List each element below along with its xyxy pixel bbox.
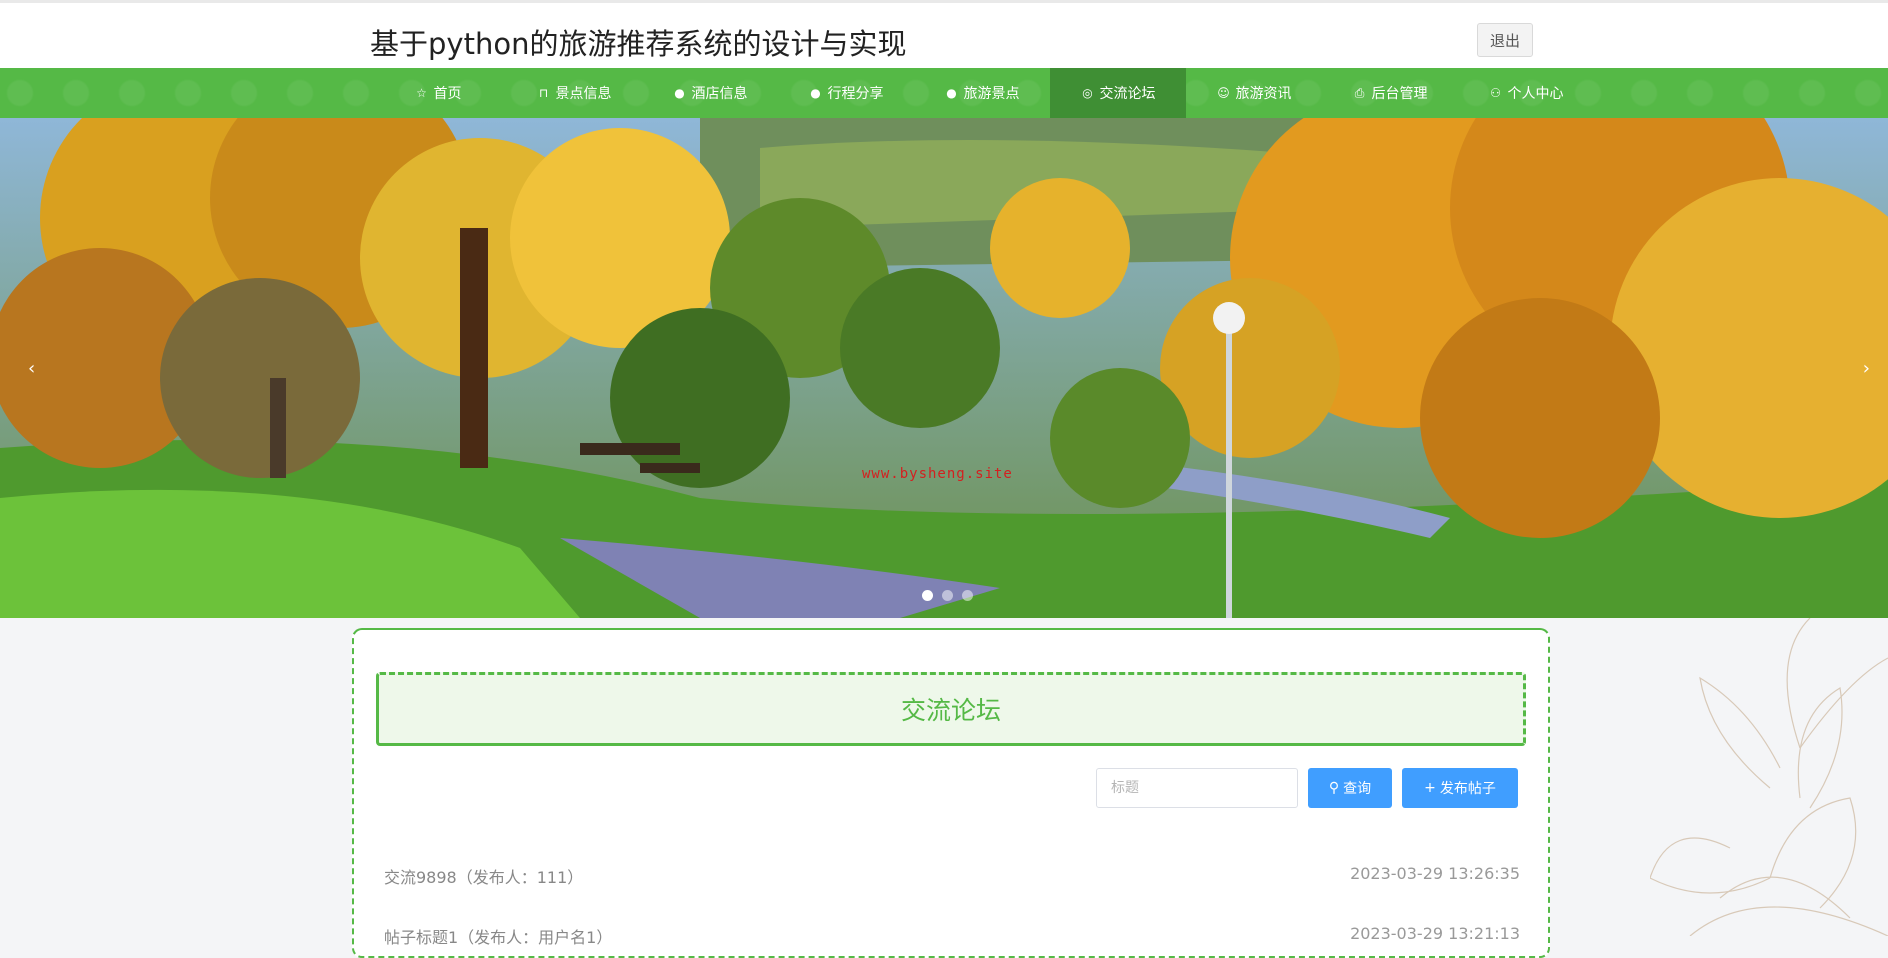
nav-item-label: 首页 bbox=[433, 86, 462, 102]
nav-item-news[interactable]: ☺ 旅游资讯 bbox=[1186, 68, 1322, 118]
search-icon: ⚲ bbox=[1328, 780, 1340, 796]
carousel-prev-button[interactable]: ‹ bbox=[28, 358, 35, 379]
carousel-indicators bbox=[922, 590, 973, 601]
bag-icon: ⊓ bbox=[538, 86, 549, 100]
nav-item-label: 后台管理 bbox=[1371, 86, 1428, 102]
main-navbar: ☆ 首页 ⊓ 景点信息 ● 酒店信息 ● 行程分享 ● 旅游景点 ◎ 交流论坛 ☺ 旅游资讯 … bbox=[0, 68, 1888, 118]
post-button[interactable]: + 发布帖子 bbox=[1402, 768, 1518, 808]
help-ring-icon: ◎ bbox=[1082, 86, 1093, 100]
carousel-banner[interactable]: ‹ › www.bysheng.site bbox=[0, 118, 1888, 618]
lotus-decoration-icon bbox=[1650, 618, 1888, 936]
nav-item-label: 旅游资讯 bbox=[1235, 86, 1292, 102]
nav-item-label: 酒店信息 bbox=[691, 86, 748, 102]
forum-header: 交流论坛 bbox=[376, 672, 1526, 746]
query-button[interactable]: ⚲ 查询 bbox=[1308, 768, 1392, 808]
nav-item-profile[interactable]: ⚇ 个人中心 bbox=[1458, 68, 1594, 118]
nav-item-home[interactable]: ☆ 首页 bbox=[370, 68, 506, 118]
post-time: 2023-03-29 13:26:35 bbox=[1350, 864, 1520, 883]
info-icon: ● bbox=[946, 86, 957, 100]
nav-item-forum[interactable]: ◎ 交流论坛 bbox=[1050, 68, 1186, 118]
forum-panel: 交流论坛 ⚲查询 +发布帖子 交流9898（发布人：111） 2023-03-2… bbox=[352, 628, 1550, 958]
nav-item-itinerary[interactable]: ● 行程分享 bbox=[778, 68, 914, 118]
top-header: 基于python的旅游推荐系统的设计与实现 退出 bbox=[0, 0, 1888, 68]
clipboard-icon: ⎙ bbox=[1354, 85, 1365, 100]
nav-item-label: 交流论坛 bbox=[1099, 86, 1156, 102]
nav-item-label: 旅游景点 bbox=[963, 86, 1020, 102]
post-time: 2023-03-29 13:21:13 bbox=[1350, 924, 1520, 943]
carousel-next-button[interactable]: › bbox=[1863, 358, 1870, 379]
nav-item-attractions[interactable]: ⊓ 景点信息 bbox=[506, 68, 642, 118]
nav-item-admin[interactable]: ⎙ 后台管理 bbox=[1322, 68, 1458, 118]
info-icon: ● bbox=[674, 86, 685, 100]
list-item[interactable]: 帖子标题1（发布人：用户名1） 2023-03-29 13:21:13 bbox=[384, 924, 1520, 948]
question-icon: ● bbox=[810, 86, 821, 100]
nav-item-label: 行程分享 bbox=[827, 86, 884, 102]
post-label: 发布帖子 bbox=[1439, 781, 1496, 797]
carousel-dot[interactable] bbox=[922, 590, 933, 601]
post-title: 交流9898（发布人：111） bbox=[384, 868, 584, 887]
nav-item-label: 景点信息 bbox=[555, 86, 612, 102]
nav-menu: ☆ 首页 ⊓ 景点信息 ● 酒店信息 ● 行程分享 ● 旅游景点 ◎ 交流论坛 ☺ 旅游资讯 … bbox=[370, 68, 1594, 118]
carousel-dot[interactable] bbox=[942, 590, 953, 601]
title-search-input[interactable] bbox=[1096, 768, 1298, 808]
site-title: 基于python的旅游推荐系统的设计与实现 bbox=[370, 27, 907, 61]
nav-item-scenic-spots[interactable]: ● 旅游景点 bbox=[914, 68, 1050, 118]
logout-button[interactable]: 退出 bbox=[1477, 23, 1533, 57]
list-item[interactable]: 交流9898（发布人：111） 2023-03-29 13:26:35 bbox=[384, 864, 1520, 888]
plus-icon: + bbox=[1424, 780, 1436, 796]
star-icon: ☆ bbox=[416, 86, 427, 100]
post-title: 帖子标题1（发布人：用户名1） bbox=[384, 928, 613, 947]
watermark-text: www.bysheng.site bbox=[862, 466, 1013, 482]
smile-icon: ☺ bbox=[1217, 86, 1230, 100]
query-label: 查询 bbox=[1343, 781, 1372, 797]
nav-item-hotels[interactable]: ● 酒店信息 bbox=[642, 68, 778, 118]
carousel-dot[interactable] bbox=[962, 590, 973, 601]
autumn-park-image bbox=[0, 118, 1888, 618]
page-title: 交流论坛 bbox=[900, 696, 1001, 725]
nav-item-label: 个人中心 bbox=[1507, 86, 1564, 102]
user-icon: ⚇ bbox=[1490, 86, 1501, 100]
